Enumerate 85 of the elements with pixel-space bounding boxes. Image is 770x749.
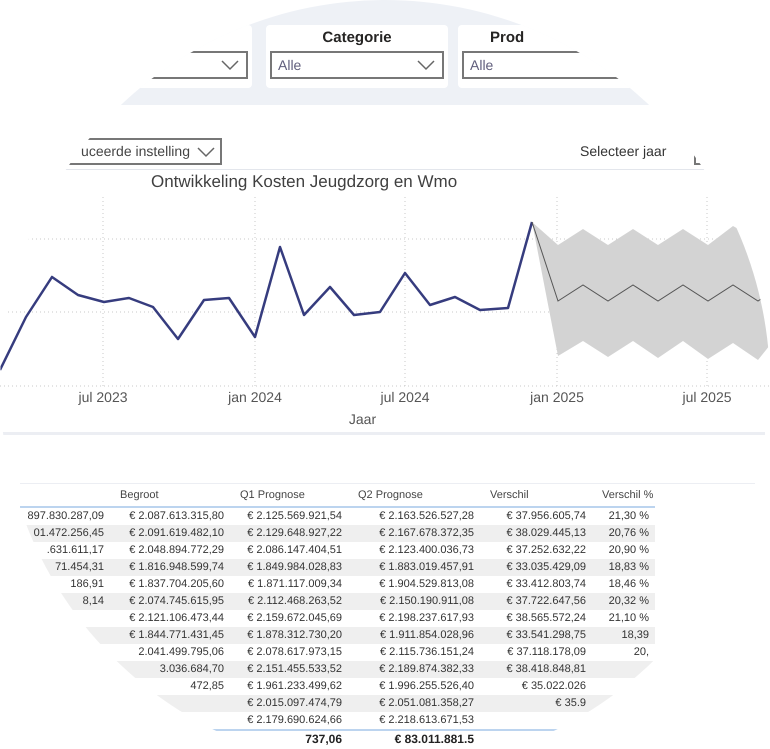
table-cell: 20,32 %	[608, 595, 649, 608]
table-cell: € 2.179.690.624,66	[247, 714, 342, 726]
table-cell: € 1.878.312.730,20	[247, 629, 342, 642]
table-cell: 8,14	[82, 595, 104, 608]
table-cell: € 1.911.854.028,96	[380, 629, 474, 642]
table-cell: € 2.091.619.482,10	[129, 527, 224, 540]
total-cell: 737,06	[305, 732, 342, 746]
dropdown[interactable]: Alle	[270, 51, 444, 79]
total-cell: € 83.011.881.5	[394, 732, 474, 746]
table-cell: € 35.022.026	[522, 680, 586, 692]
table-cell: € 2.123.400.036,73	[379, 544, 474, 556]
chevron-down-icon	[220, 59, 240, 71]
table-cell: € 1.961.233.499,62	[247, 680, 342, 692]
table-cell: € 2.125.569.921,54	[247, 510, 342, 522]
table-cell: € 1.837.704.205,60	[129, 578, 224, 590]
table-cell: € 1.816.948.599,74	[129, 561, 224, 574]
table-cell: € 1.871.117.009,34	[248, 578, 342, 590]
table-cell: € 2.087.613.315,80	[129, 510, 224, 522]
table-cell: € 37.956.605,74	[506, 510, 586, 522]
table-cell: € 2.048.894.772,29	[129, 544, 224, 556]
table-cell: 21,30 %	[608, 510, 649, 522]
column-header[interactable]: Verschil %	[602, 488, 654, 501]
table-cell: € 35.9	[555, 697, 586, 710]
table-cell: € 2.115.736.151,24	[380, 646, 474, 658]
chart-title: Ontwikkeling Kosten Jeugdzorg en Wmo	[151, 170, 458, 193]
table-cell: € 1.844.771.431,45	[129, 629, 224, 642]
column-header[interactable]: Q1 Prognose	[240, 488, 305, 501]
table-cell: € 2.074.745.615,95	[129, 595, 224, 608]
table-cell: € 1.883.019.457,91	[379, 561, 474, 574]
table-cell: € 33.035.429,09	[506, 561, 586, 574]
table-cell: € 2.129.648.927,22	[247, 527, 342, 540]
table-cell: € 37.252.632,22	[506, 544, 586, 556]
table-cell: € 33.541.298,75	[506, 629, 586, 642]
table-cell: 18,83 %	[608, 561, 649, 574]
table-cell: € 37.722.647,56	[506, 595, 586, 608]
table-cell: € 2.121.106.473,44	[129, 612, 224, 624]
x-tick-label: jul 2025	[682, 389, 732, 405]
table-cell: 18,39	[621, 629, 649, 642]
table-cell: € 2.015.097.474,79	[247, 697, 342, 710]
year-selector-label: Selecteer jaar	[580, 142, 666, 161]
table-cell: € 38.565.572,24	[506, 612, 586, 624]
table-cell: € 2.150.190.911,08	[380, 595, 474, 608]
table-cell: 2.041.499.795,06	[138, 646, 224, 658]
table-cell: 20,	[634, 646, 649, 658]
filter-title: Prod	[490, 28, 524, 48]
table-cell: 186,91	[70, 578, 104, 590]
table-cell: € 2.167.678.372,35	[379, 527, 474, 540]
table-cell: 21,10 %	[608, 612, 649, 624]
column-header[interactable]: Verschil	[490, 488, 529, 501]
table-cell: € 2.163.526.527,28	[379, 510, 474, 522]
table-cell: € 1.904.529.813,08	[379, 578, 474, 590]
x-tick-label: jul 2023	[78, 389, 128, 405]
table-cell: 3.036.684,70	[160, 663, 224, 676]
table-cell: € 2.198.237.617,93	[379, 612, 474, 624]
table-cell: 472,85	[190, 680, 224, 692]
column-header[interactable]: Q2 Prognose	[358, 488, 423, 501]
table-cell: € 2.051.081.358,27	[379, 697, 474, 710]
table-cell: 01.472.256,45	[34, 527, 104, 540]
chevron-down-icon	[196, 146, 216, 158]
table-cell: € 2.159.672.045,69	[247, 612, 342, 624]
table-cell: 18,46 %	[608, 578, 649, 590]
x-tick-label: jan 2024	[228, 389, 282, 405]
x-axis-label: Jaar	[348, 410, 376, 429]
table-cell: 897.830.287,09	[28, 510, 104, 522]
table-cell: .631.611,17	[46, 544, 104, 556]
table-cell: 20,90 %	[608, 544, 649, 556]
table-cell: 71.454,31	[55, 561, 104, 574]
table-cell: € 2.112.468.263,52	[248, 595, 342, 608]
column-header[interactable]: Begroot	[120, 488, 159, 501]
table-cell: € 2.151.455.533,52	[247, 663, 342, 676]
table-cell: € 1.849.984.028,83	[247, 561, 342, 574]
table-cell: € 2.078.617.973,15	[247, 646, 342, 658]
table-cell: € 1.996.255.526,40	[379, 680, 474, 692]
table-cell: € 33.412.803,74	[506, 578, 586, 590]
table-cell: 20,76 %	[608, 527, 649, 540]
filter-title: Categorie	[322, 28, 392, 48]
table-cell: € 2.189.874.382,33	[379, 663, 474, 676]
table-cell: € 37.118.178,09	[507, 646, 586, 658]
table-cell: € 2.086.147.404,51	[247, 544, 342, 556]
table-cell: € 38.029.445,13	[506, 527, 586, 540]
x-tick-label: jan 2025	[530, 389, 584, 405]
table-cell: € 2.218.613.671,53	[379, 714, 474, 726]
chevron-down-icon	[416, 59, 436, 71]
x-tick-label: jul 2024	[380, 389, 430, 405]
table-cell: € 38.418.848,81	[506, 663, 586, 676]
